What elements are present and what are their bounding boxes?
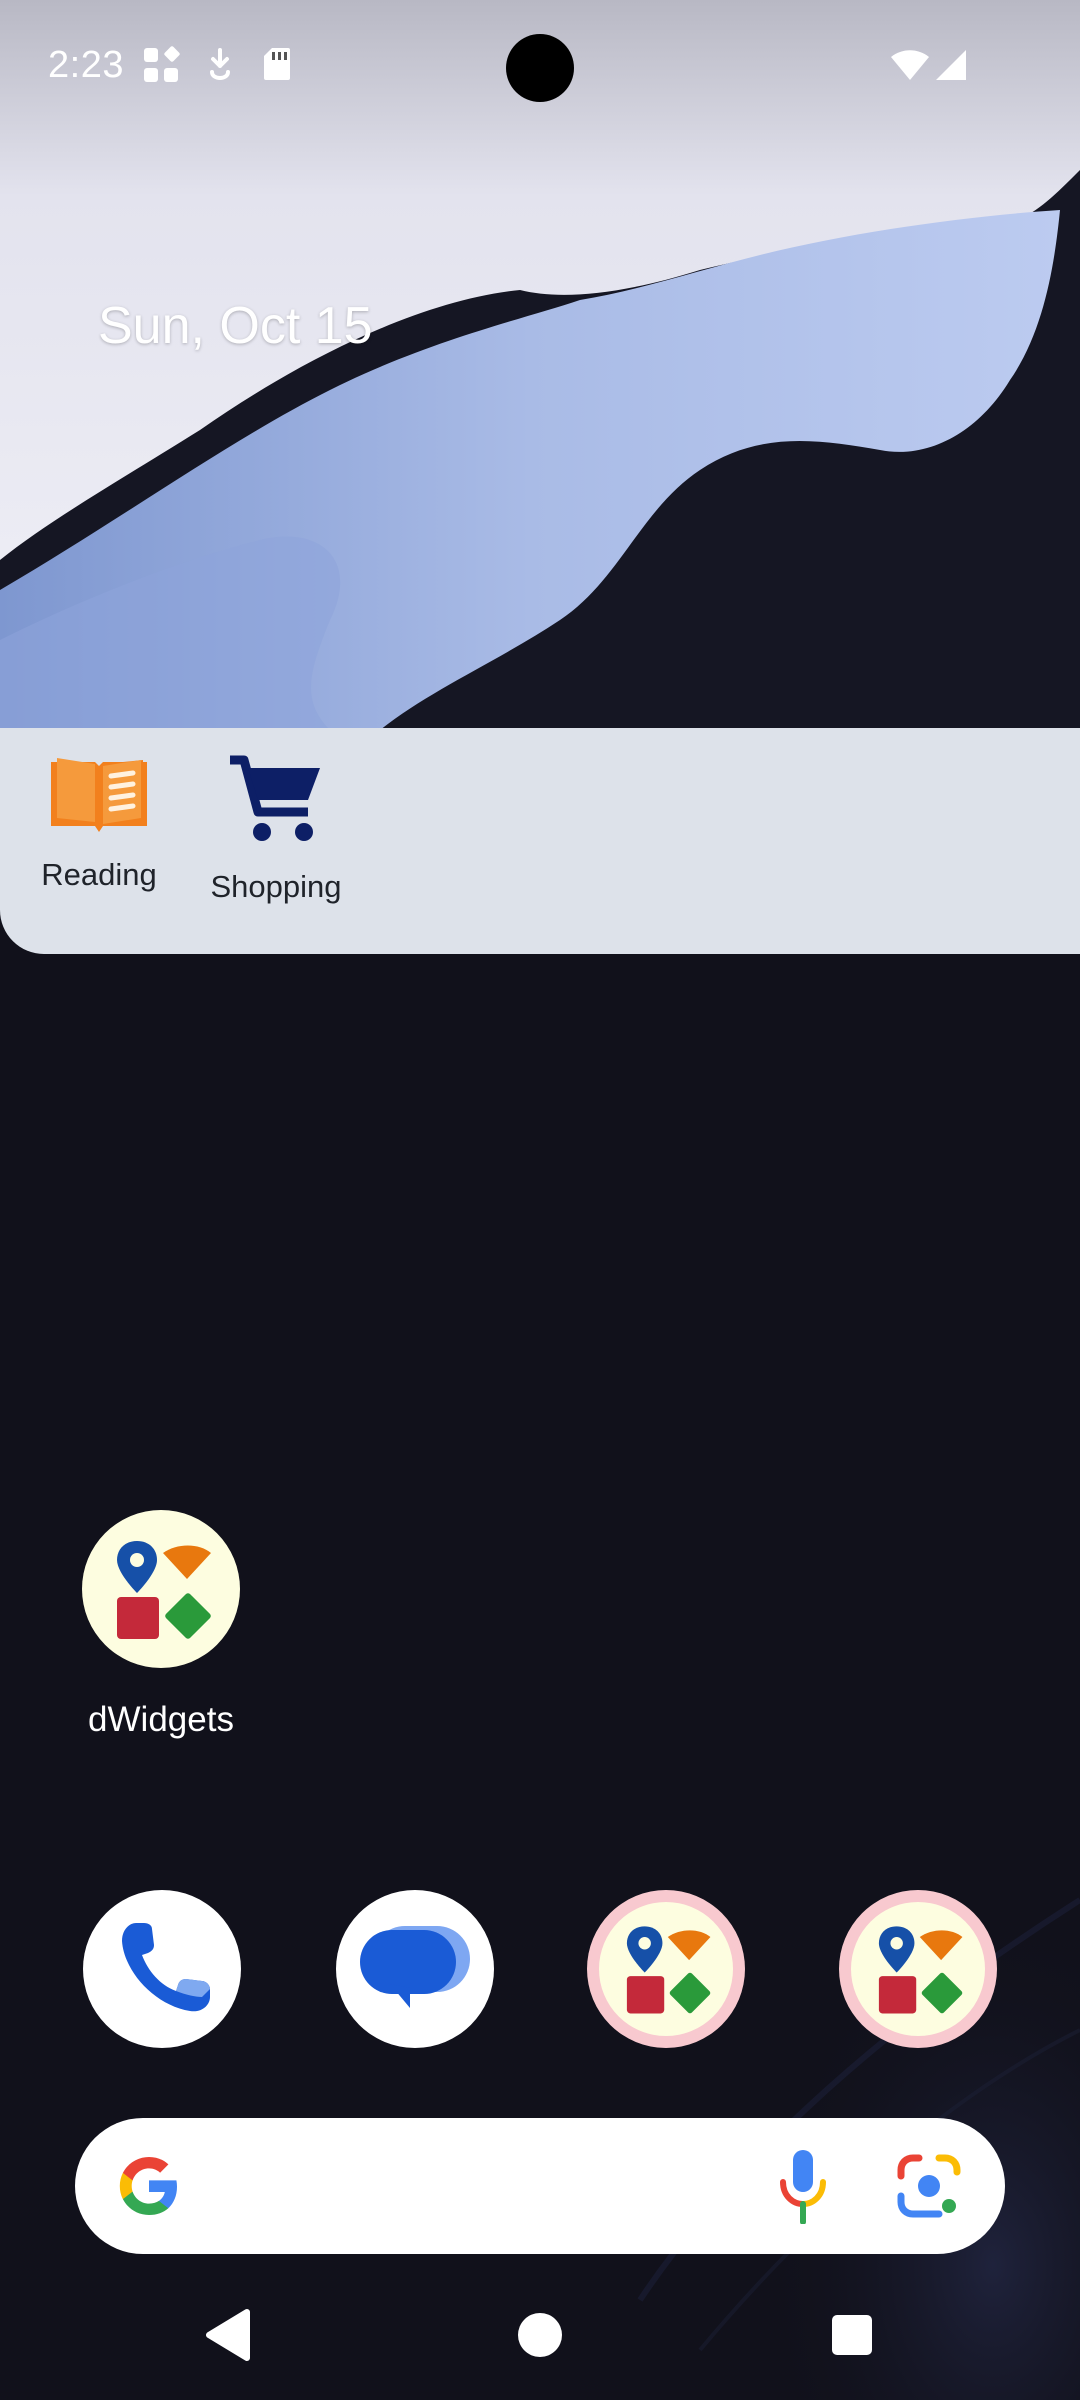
back-icon [206,2309,250,2361]
mic-icon[interactable] [775,2148,831,2229]
messages-icon [360,1926,470,2008]
sd-card-icon [262,46,292,87]
cloud-download-icon [206,46,234,91]
dwidgets-app-label: dWidgets [88,1700,234,1739]
wifi-icon [890,48,930,87]
google-g-icon [115,2152,183,2225]
dwidgets-app-icon[interactable] [82,1510,240,1668]
book-icon [14,754,184,839]
date-text[interactable]: Sun, Oct 15 [98,296,373,356]
dwidgets-icon [117,1541,211,1639]
messages-app-icon[interactable] [336,1890,494,2048]
widget-item-shopping[interactable]: Shopping [191,754,361,905]
nav-recents-button[interactable] [812,2300,892,2370]
status-bar: 2:23 [0,0,1080,136]
camera-cutout [506,34,574,102]
widget-label-shopping: Shopping [210,869,342,904]
google-search-bar[interactable] [75,2118,1005,2254]
home-icon [518,2313,562,2357]
lens-icon[interactable] [895,2152,963,2225]
dwidgets-icon [626,1926,711,2014]
dwidgets-dock-icon-1[interactable] [587,1890,745,2048]
dwidgets-dock-icon-2[interactable] [839,1890,997,2048]
cart-icon [191,754,361,851]
signal-icon [934,48,968,87]
dwidgets-icon [878,1926,963,2014]
nav-home-button[interactable] [500,2300,580,2370]
status-time: 2:23 [48,44,124,86]
widget-item-reading[interactable]: Reading [14,754,184,893]
recents-icon [832,2315,872,2355]
phone-icon [122,1923,210,2012]
smartspace-icon [142,46,182,91]
nav-back-button[interactable] [188,2300,268,2370]
shortcut-widget: Reading Shopping [0,728,1080,954]
phone-app-icon[interactable] [83,1890,241,2048]
widget-label-reading: Reading [41,857,157,892]
